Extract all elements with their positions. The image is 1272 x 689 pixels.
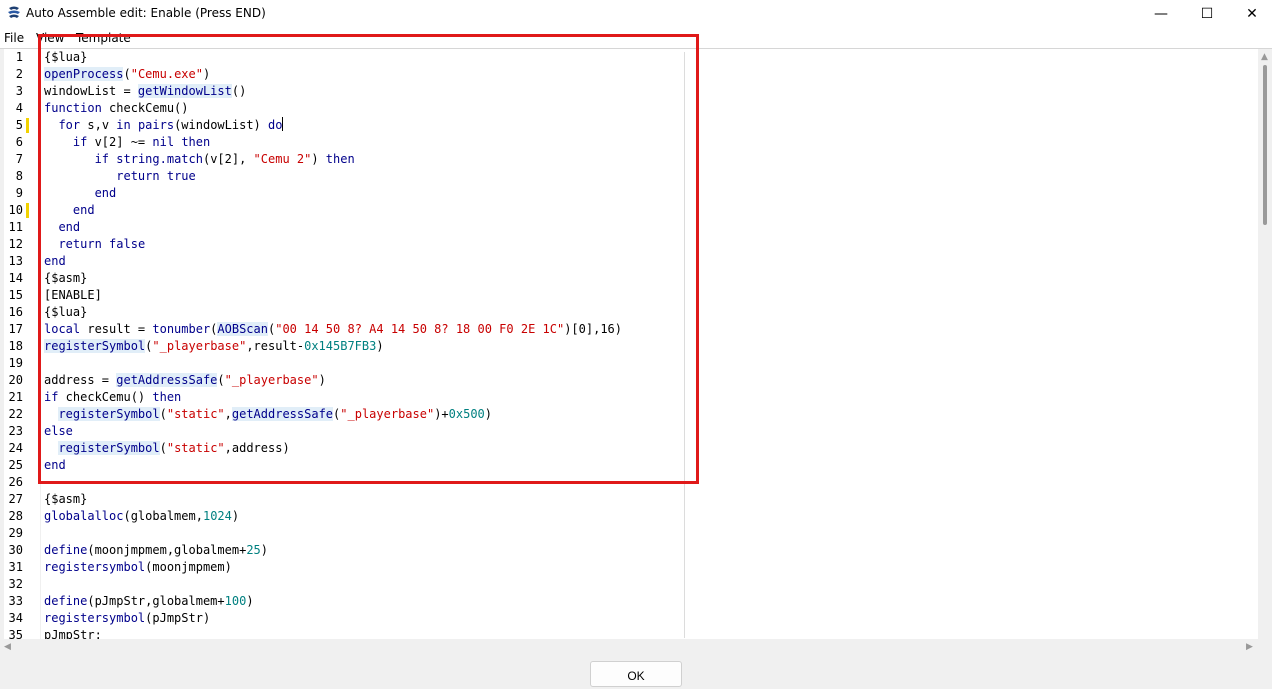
code-line[interactable]: globalalloc(globalmem,1024) xyxy=(44,508,239,525)
line-number: 18 xyxy=(8,339,23,353)
window-title: Auto Assemble edit: Enable (Press END) xyxy=(26,6,266,20)
horizontal-scrollbar[interactable]: ◀ ▶ xyxy=(4,639,1258,656)
code-token: ) xyxy=(246,594,254,608)
line-number: 25 xyxy=(8,458,23,472)
arrow-left-icon[interactable]: ◀ xyxy=(4,639,11,656)
vertical-scroll-thumb[interactable] xyxy=(1263,65,1267,225)
code-token: 25 xyxy=(246,543,261,557)
code-token: (globalmem, xyxy=(123,509,203,523)
code-token: globalalloc xyxy=(44,509,124,523)
line-number: 4 xyxy=(15,101,23,115)
line-number: 2 xyxy=(15,67,23,81)
code-line[interactable]: define(moonjmpmem,globalmem+25) xyxy=(44,542,268,559)
code-token: (pJmpStr,globalmem+ xyxy=(87,594,225,608)
line-number: 23 xyxy=(8,424,23,438)
code-token: define xyxy=(44,543,88,557)
line-number: 13 xyxy=(8,254,23,268)
code-token: define xyxy=(44,594,88,608)
line-number: 10 xyxy=(8,203,23,217)
code-token: registersymbol xyxy=(44,560,146,574)
line-number: 6 xyxy=(15,135,23,149)
line-number: 30 xyxy=(8,543,23,557)
code-token: (pJmpStr) xyxy=(145,611,211,625)
maximize-button[interactable]: ☐ xyxy=(1184,0,1230,28)
line-number: 22 xyxy=(8,407,23,421)
line-number: 29 xyxy=(8,526,23,540)
ok-button[interactable]: OK xyxy=(590,661,682,687)
line-number: 32 xyxy=(8,577,23,591)
line-number: 16 xyxy=(8,305,23,319)
line-number: 21 xyxy=(8,390,23,404)
close-button[interactable]: ✕ xyxy=(1229,0,1272,28)
line-number-gutter: 1 2 3 4 5 6 7 8 9 10 11 12 13 14 15 16 17 18 19 20 21 22 23 24 2… xyxy=(4,49,41,639)
menu-file[interactable]: File xyxy=(4,28,24,48)
line-number: 19 xyxy=(8,356,23,370)
arrow-up-icon[interactable]: ▲ xyxy=(1261,49,1268,66)
vertical-scrollbar[interactable]: ▲ xyxy=(1258,49,1272,639)
code-line[interactable]: {$asm} xyxy=(44,491,87,508)
code-token: {$asm} xyxy=(44,492,88,506)
maximize-icon: ☐ xyxy=(1200,6,1214,22)
code-token: ) xyxy=(260,543,268,557)
line-number: 24 xyxy=(8,441,23,455)
minimize-icon: — xyxy=(1154,6,1168,22)
code-token: 1024 xyxy=(202,509,232,523)
line-number: 14 xyxy=(8,271,23,285)
line-number: 33 xyxy=(8,594,23,608)
minimize-button[interactable]: — xyxy=(1138,0,1184,28)
line-number: 27 xyxy=(8,492,23,506)
code-token: (moonjmpmem,globalmem+ xyxy=(87,543,247,557)
code-token: (moonjmpmem) xyxy=(145,560,232,574)
red-annotation-box xyxy=(38,34,699,484)
code-line[interactable]: registersymbol(moonjmpmem) xyxy=(44,559,232,576)
modified-line-marker xyxy=(26,118,29,133)
line-number: 1 xyxy=(15,50,23,64)
line-number: 7 xyxy=(15,152,23,166)
line-number: 20 xyxy=(8,373,23,387)
cheat-engine-icon xyxy=(8,6,20,18)
line-number: 11 xyxy=(8,220,23,234)
code-line[interactable]: define(pJmpStr,globalmem+100) xyxy=(44,593,254,610)
code-token: ) xyxy=(231,509,240,523)
close-icon: ✕ xyxy=(1246,6,1258,22)
code-line[interactable]: pJmpStr: xyxy=(44,627,102,639)
code-token: 100 xyxy=(224,594,247,608)
line-number: 31 xyxy=(8,560,23,574)
code-line[interactable]: registersymbol(pJmpStr) xyxy=(44,610,210,627)
code-token: pJmpStr: xyxy=(44,628,102,639)
line-number: 34 xyxy=(8,611,23,625)
arrow-right-icon[interactable]: ▶ xyxy=(1246,639,1253,656)
line-number: 26 xyxy=(8,475,23,489)
line-number: 17 xyxy=(8,322,23,336)
line-number: 9 xyxy=(15,186,23,200)
line-number: 15 xyxy=(8,288,23,302)
title-bar: Auto Assemble edit: Enable (Press END) —… xyxy=(0,0,1272,28)
line-number: 28 xyxy=(8,509,23,523)
modified-line-marker xyxy=(26,203,29,218)
line-number: 12 xyxy=(8,237,23,251)
line-number: 3 xyxy=(15,84,23,98)
line-number: 35 xyxy=(8,628,23,639)
line-number: 8 xyxy=(15,169,23,183)
code-token: registersymbol xyxy=(44,611,146,625)
line-number: 5 xyxy=(15,118,23,132)
